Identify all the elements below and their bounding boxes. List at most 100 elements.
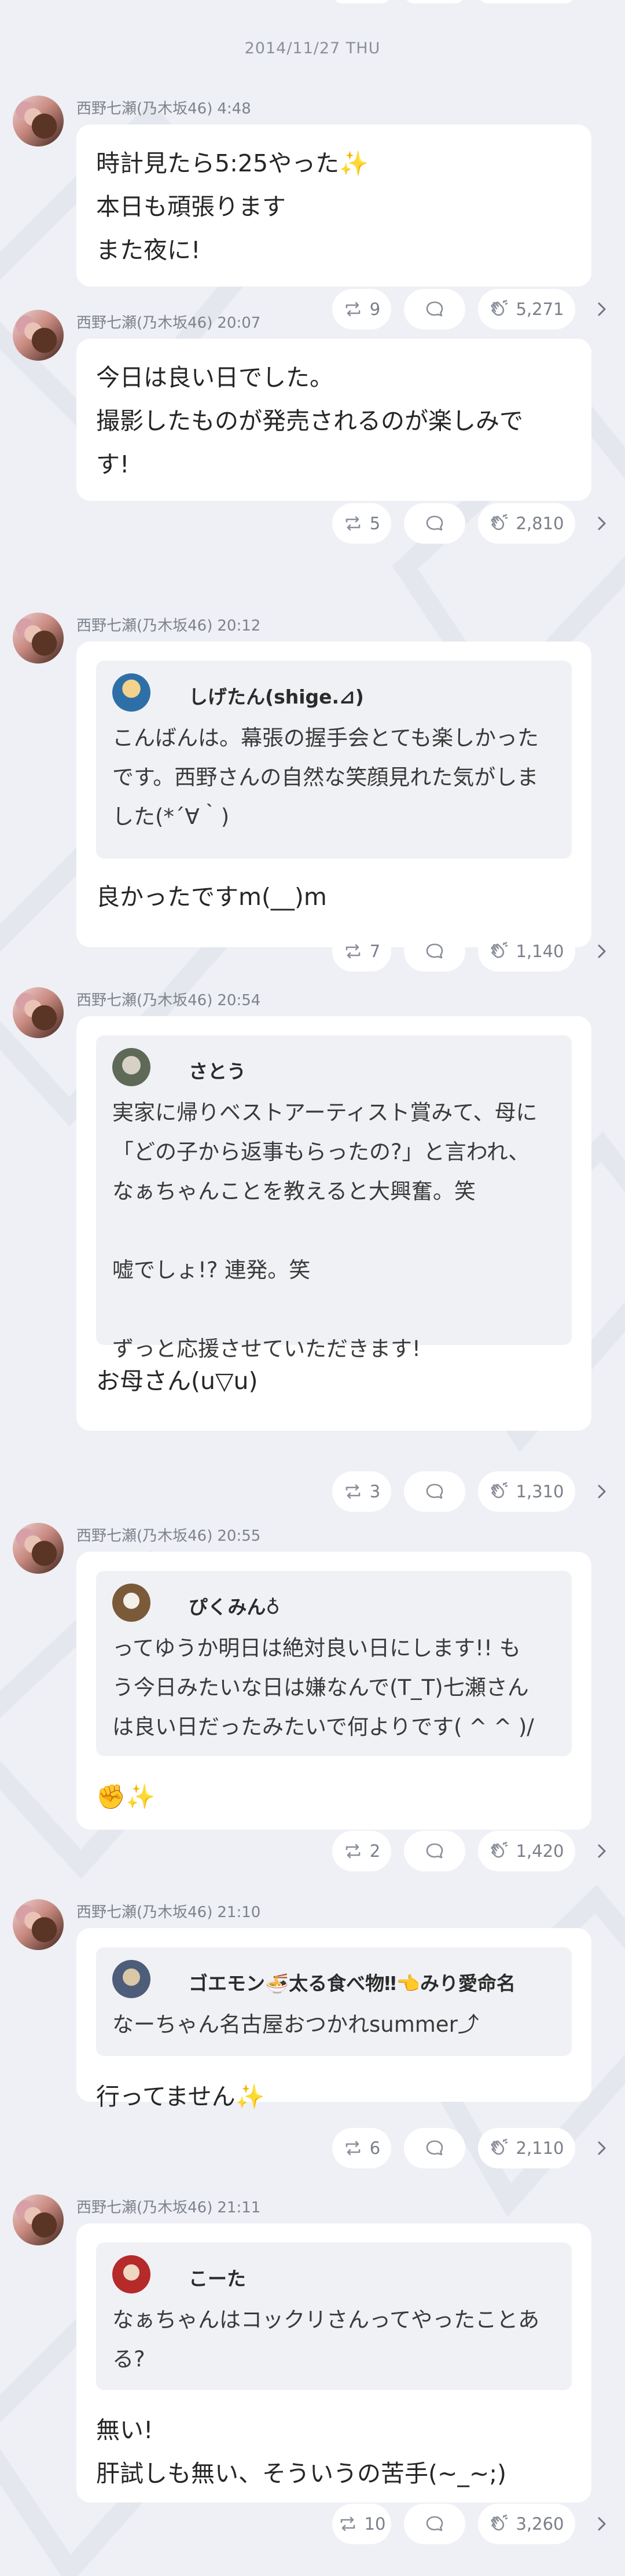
timeline-feed[interactable]: 2014/11/27 THU 西野七瀬(乃木坂46) 4:48 時計見たら5:25や… [0, 0, 625, 2576]
repost-icon [345, 516, 361, 531]
quote-text: こんばんは。幕張の握手会とても楽しかった です。西野さんの自然な笑顔見れた気がしま… [112, 719, 556, 837]
message-line-text: 今日は良い日でした。 [96, 364, 333, 391]
author-name[interactable]: 西野七瀬(乃木坂46) [76, 992, 212, 1009]
author-name[interactable]: 西野七瀬(乃木坂46) [76, 1904, 212, 1921]
comment-button[interactable] [404, 289, 465, 329]
clap-button[interactable]: 1,140 [478, 931, 575, 972]
post-actions: 5 2,810 [0, 503, 625, 544]
comment-button[interactable] [404, 931, 465, 972]
comment-icon [426, 1483, 443, 1499]
author-name[interactable]: 西野七瀬(乃木坂46) [76, 314, 212, 332]
quote-text: 実家に帰りベストアーティスト賞みて、母に 「どの子から返事もらったの?」と言われ、… [112, 1093, 556, 1369]
quoted-message: ゴエモン🍜太る食べ物‼👈みり愛命名なーちゃん名古屋おつかれsummer⤴ [96, 1947, 572, 2056]
quote-header: さとう [112, 1048, 556, 1086]
clap-button[interactable]: 1,420 [478, 1831, 575, 1871]
message-text: 良かったですm(__)m [96, 875, 327, 919]
message-line: お母さん(u▽u) [96, 1360, 258, 1403]
message-line-text: お母さん(u▽u) [96, 1367, 258, 1395]
avatar[interactable] [13, 2194, 64, 2245]
quote-line: は良い日だったみたいで何よりです( ^ ^ )/ [112, 1714, 534, 1739]
post-actions: 2 1,420 [0, 1831, 625, 1871]
quote-header: ゴエモン🍜太る食べ物‼👈みり愛命名 [112, 1960, 556, 1998]
quote-author-name: こーた [189, 2267, 246, 2290]
more-chevron-button[interactable] [590, 2137, 613, 2160]
post-meta: 西野七瀬(乃木坂46) 20:12 [76, 614, 260, 635]
repost-button[interactable]: 7 [332, 931, 391, 972]
repost-icon [345, 1844, 361, 1859]
author-name[interactable]: 西野七瀬(乃木坂46) [76, 2199, 212, 2216]
quote-header: こーた [112, 2255, 556, 2293]
clap-button[interactable]: 2,110 [478, 2128, 575, 2168]
clap-icon [491, 514, 508, 530]
post-meta: 西野七瀬(乃木坂46) 20:54 [76, 988, 260, 1010]
repost-icon [345, 2141, 361, 2156]
author-name[interactable]: 西野七瀬(乃木坂46) [76, 617, 212, 635]
comment-icon [426, 2140, 443, 2156]
quote-line: なぁちゃんことを教えると大興奮。笑 [112, 1179, 476, 1204]
message-line: 本日も頑張ります [96, 185, 369, 229]
repost-button[interactable]: 5 [332, 503, 391, 544]
more-chevron-button[interactable] [590, 512, 613, 535]
avatar[interactable] [13, 613, 64, 664]
post-meta: 西野七瀬(乃木坂46) 20:55 [76, 1524, 260, 1545]
quote-author-name: ぴくみん♁ [189, 1596, 280, 1618]
quote-text: なーちゃん名古屋おつかれsummer⤴ [112, 2005, 556, 2044]
message-line-text: 無い! [96, 2416, 153, 2444]
avatar[interactable] [13, 1899, 64, 1950]
repost-count: 2 [369, 1841, 381, 1861]
comment-button[interactable] [404, 1831, 465, 1871]
quote-avatar [112, 2255, 150, 2293]
previous-comment-pill [404, 0, 465, 3]
message-line-text: 本日も頑張ります [96, 193, 286, 221]
repost-count: 6 [369, 2138, 381, 2158]
quote-line: です。西野さんの自然な笑顔見れた気がしま [112, 765, 539, 790]
message-line: 肝試しも無い、そういうの苦手(~_~;) [96, 2452, 506, 2496]
more-chevron-button[interactable] [590, 940, 613, 963]
author-name[interactable]: 西野七瀬(乃木坂46) [76, 100, 212, 118]
avatar[interactable] [13, 310, 64, 361]
clap-icon [491, 2138, 508, 2155]
repost-icon [340, 2516, 355, 2531]
repost-button[interactable]: 9 [332, 289, 391, 329]
post-meta: 西野七瀬(乃木坂46) 20:07 [76, 311, 260, 332]
quote-line: う今日みたいな日は嫌なんで(T_T)七瀬さん [112, 1675, 529, 1700]
more-chevron-button[interactable] [590, 2512, 613, 2535]
clap-button[interactable]: 2,810 [478, 503, 575, 544]
comment-button[interactable] [404, 2128, 465, 2168]
clap-button[interactable]: 5,271 [478, 289, 575, 329]
date-header: 2014/11/27 THU [244, 39, 381, 57]
quote-header: しげたん(shige.⊿) [112, 673, 556, 712]
avatar[interactable] [13, 96, 64, 146]
clap-button[interactable]: 3,260 [478, 2504, 575, 2544]
comment-button[interactable] [404, 2504, 465, 2544]
clap-icon [491, 299, 508, 316]
repost-button[interactable]: 2 [332, 1831, 391, 1871]
repost-button[interactable]: 6 [332, 2128, 391, 2168]
more-chevron-button[interactable] [590, 1480, 613, 1503]
quote-author-name: ゴエモン🍜太る食べ物‼👈みり愛命名 [189, 1972, 516, 1995]
repost-button[interactable]: 3 [332, 1471, 391, 1512]
quote-line: なーちゃん名古屋おつかれsummer⤴ [112, 2012, 479, 2037]
more-chevron-button[interactable] [590, 1840, 613, 1863]
comment-button[interactable] [404, 1471, 465, 1512]
repost-count: 10 [364, 2514, 386, 2534]
post-meta: 西野七瀬(乃木坂46) 21:10 [76, 1900, 260, 1922]
message-text: お母さん(u▽u) [96, 1360, 258, 1403]
more-chevron-button[interactable] [590, 298, 613, 321]
avatar[interactable] [13, 1523, 64, 1574]
quote-line: る? [112, 2347, 145, 2372]
repost-icon [345, 302, 361, 317]
message-card: ゴエモン🍜太る食べ物‼👈みり愛命名 なーちゃん名古屋おつかれsummer⤴ 行ってま… [76, 1928, 591, 2110]
clap-button[interactable]: 1,310 [478, 1471, 575, 1512]
message-line-text: 良かったですm(__)m [96, 883, 327, 911]
author-name[interactable]: 西野七瀬(乃木坂46) [76, 1527, 212, 1545]
post-time: 20:07 [217, 314, 261, 332]
repost-button[interactable]: 10 [332, 2504, 391, 2544]
avatar[interactable] [13, 987, 64, 1038]
comment-button[interactable] [404, 503, 465, 544]
post-time: 20:12 [217, 617, 261, 635]
clap-count: 1,310 [516, 1482, 564, 1501]
clap-icon [491, 941, 508, 958]
clap-icon [491, 1841, 508, 1858]
post-actions: 3 1,310 [0, 1471, 625, 1512]
